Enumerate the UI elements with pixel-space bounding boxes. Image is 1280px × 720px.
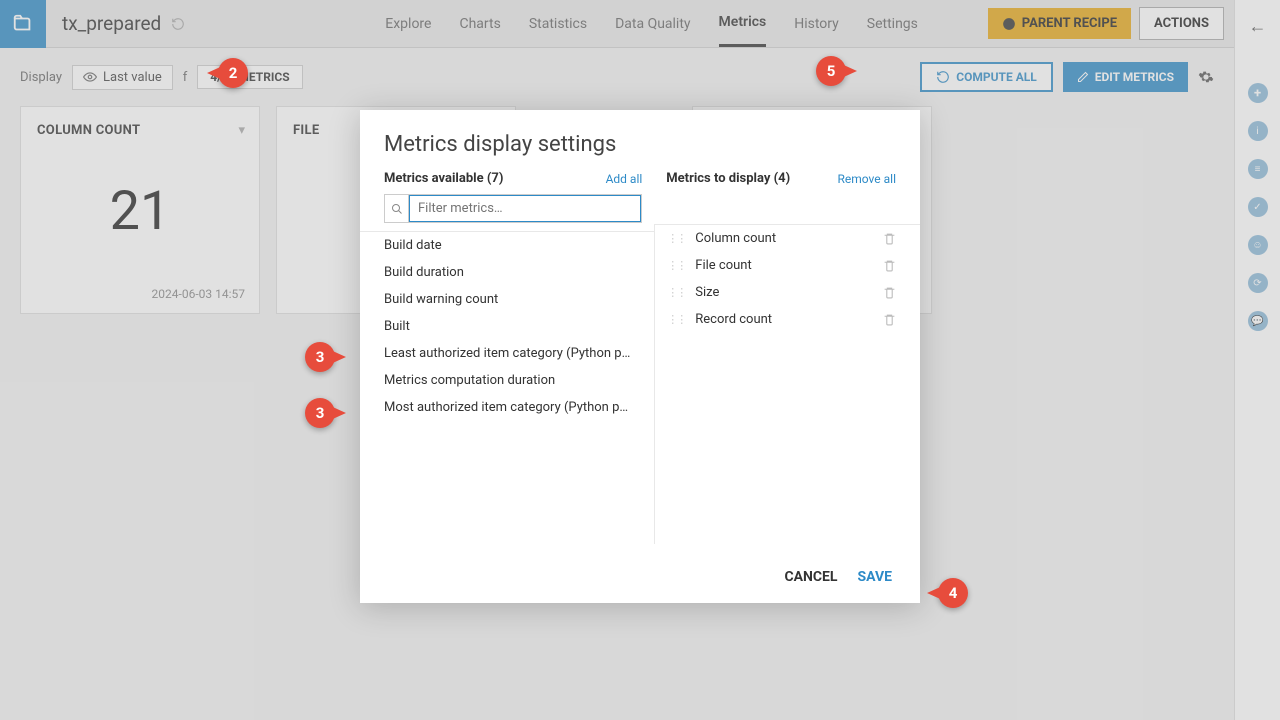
available-title: Metrics available (7)	[384, 171, 503, 186]
drag-handle-icon[interactable]: ⋮⋮	[667, 259, 685, 272]
callout-4: 4	[938, 578, 968, 608]
trash-icon[interactable]	[883, 313, 896, 326]
available-metric[interactable]: Build date	[360, 232, 654, 259]
modal-title: Metrics display settings	[360, 110, 920, 171]
display-metric[interactable]: ⋮⋮ Column count	[655, 225, 920, 252]
modal-columns: Metrics available (7) Add all Build date…	[360, 171, 920, 551]
drag-handle-icon[interactable]: ⋮⋮	[667, 313, 685, 326]
filter-row	[384, 194, 642, 223]
callout-2: 2	[218, 58, 248, 88]
available-metric[interactable]: Least authorized item category (Python p…	[360, 340, 654, 367]
search-icon	[385, 195, 409, 222]
modal-footer: CANCEL SAVE	[360, 551, 920, 603]
display-column: Metrics to display (4) Remove all ⋮⋮ Col…	[654, 171, 920, 551]
display-metric[interactable]: ⋮⋮ File count	[655, 252, 920, 279]
display-metric[interactable]: ⋮⋮ Size	[655, 279, 920, 306]
available-metric[interactable]: Most authorized item category (Python p…	[360, 394, 654, 421]
remove-all-link[interactable]: Remove all	[838, 172, 896, 186]
drag-handle-icon[interactable]: ⋮⋮	[667, 286, 685, 299]
available-metric[interactable]: Build warning count	[360, 286, 654, 313]
trash-icon[interactable]	[883, 286, 896, 299]
cancel-button[interactable]: CANCEL	[784, 569, 837, 585]
display-metric-label: File count	[695, 258, 751, 273]
save-button[interactable]: SAVE	[858, 569, 893, 585]
callout-5: 5	[816, 56, 846, 86]
filter-metrics-input[interactable]	[409, 195, 641, 222]
trash-icon[interactable]	[883, 259, 896, 272]
callout-3a: 3	[305, 342, 335, 372]
available-list: Build date Build duration Build warning …	[360, 231, 654, 551]
display-metric-label: Record count	[695, 312, 772, 327]
add-all-link[interactable]: Add all	[606, 172, 643, 186]
display-title: Metrics to display (4)	[666, 171, 790, 186]
display-metric-label: Column count	[695, 231, 776, 246]
drag-handle-icon[interactable]: ⋮⋮	[667, 232, 685, 245]
available-metric[interactable]: Metrics computation duration	[360, 367, 654, 394]
available-metric[interactable]: Built	[360, 313, 654, 340]
trash-icon[interactable]	[883, 232, 896, 245]
display-metric-label: Size	[695, 285, 719, 300]
callout-3b: 3	[305, 398, 335, 428]
display-metric[interactable]: ⋮⋮ Record count	[655, 306, 920, 333]
metrics-display-settings-modal: Metrics display settings Metrics availab…	[360, 110, 920, 603]
available-metric[interactable]: Build duration	[360, 259, 654, 286]
available-column: Metrics available (7) Add all Build date…	[360, 171, 654, 551]
display-list: ⋮⋮ Column count ⋮⋮ File count ⋮⋮ Size	[654, 224, 920, 544]
